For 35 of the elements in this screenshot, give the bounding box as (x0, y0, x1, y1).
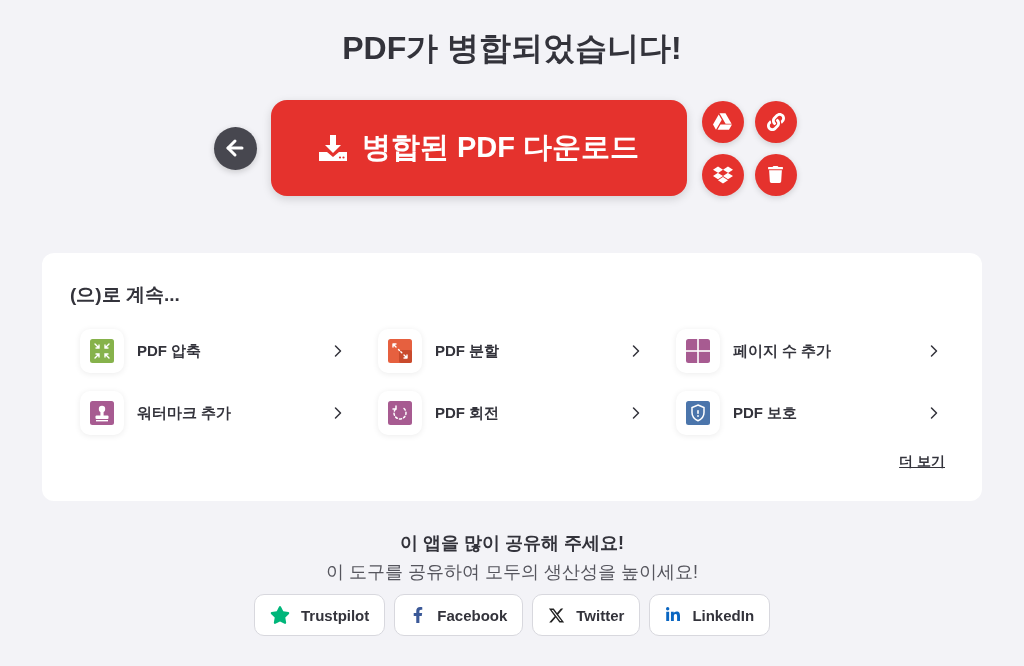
x-logo-icon (548, 606, 566, 624)
share-heading: 이 앱을 많이 공유해 주세요! (400, 532, 624, 555)
linkedin-icon (665, 607, 682, 623)
tool-link[interactable]: 워터마크 추가 (137, 403, 232, 423)
star-icon (269, 605, 290, 625)
dropbox-icon (712, 164, 733, 185)
share-button[interactable]: Twitter (532, 594, 641, 636)
delete-button[interactable] (754, 153, 797, 196)
share-button[interactable]: Trustpilot (253, 594, 386, 636)
download-button[interactable]: 병합된 PDF 다운로드 (270, 100, 687, 196)
split-pages-icon (378, 329, 422, 373)
page-title: PDF가 병합되었습니다! (342, 29, 682, 68)
panel-heading: (으)로 계속... (70, 283, 181, 307)
share-button[interactable]: Facebook (394, 594, 524, 636)
tool-link[interactable]: PDF 보호 (733, 403, 798, 423)
tool-link[interactable]: PDF 압축 (137, 341, 202, 361)
shield-icon (676, 391, 720, 435)
link-icon (766, 112, 785, 131)
download-tray-icon (317, 133, 348, 163)
stamp-icon (80, 391, 124, 435)
share-subheading: 이 도구를 공유하여 모두의 생산성을 높이세요! (326, 561, 698, 584)
tool-link[interactable]: 페이지 수 추가 (733, 341, 832, 361)
trash-icon (767, 166, 784, 183)
rotate-icon (378, 391, 422, 435)
dropbox-button[interactable] (701, 153, 744, 196)
drive-button[interactable] (701, 100, 744, 143)
back-button[interactable] (213, 126, 257, 170)
tool-link[interactable]: PDF 회전 (435, 403, 500, 423)
triangle-drive-icon (713, 112, 732, 131)
more-link[interactable]: 더 보기 (899, 451, 945, 471)
tool-link[interactable]: PDF 분할 (435, 341, 500, 361)
share-button[interactable]: LinkedIn (649, 594, 771, 636)
link-button[interactable] (754, 100, 797, 143)
numbered-grid-icon (676, 329, 720, 373)
inward-arrows-icon (80, 329, 124, 373)
